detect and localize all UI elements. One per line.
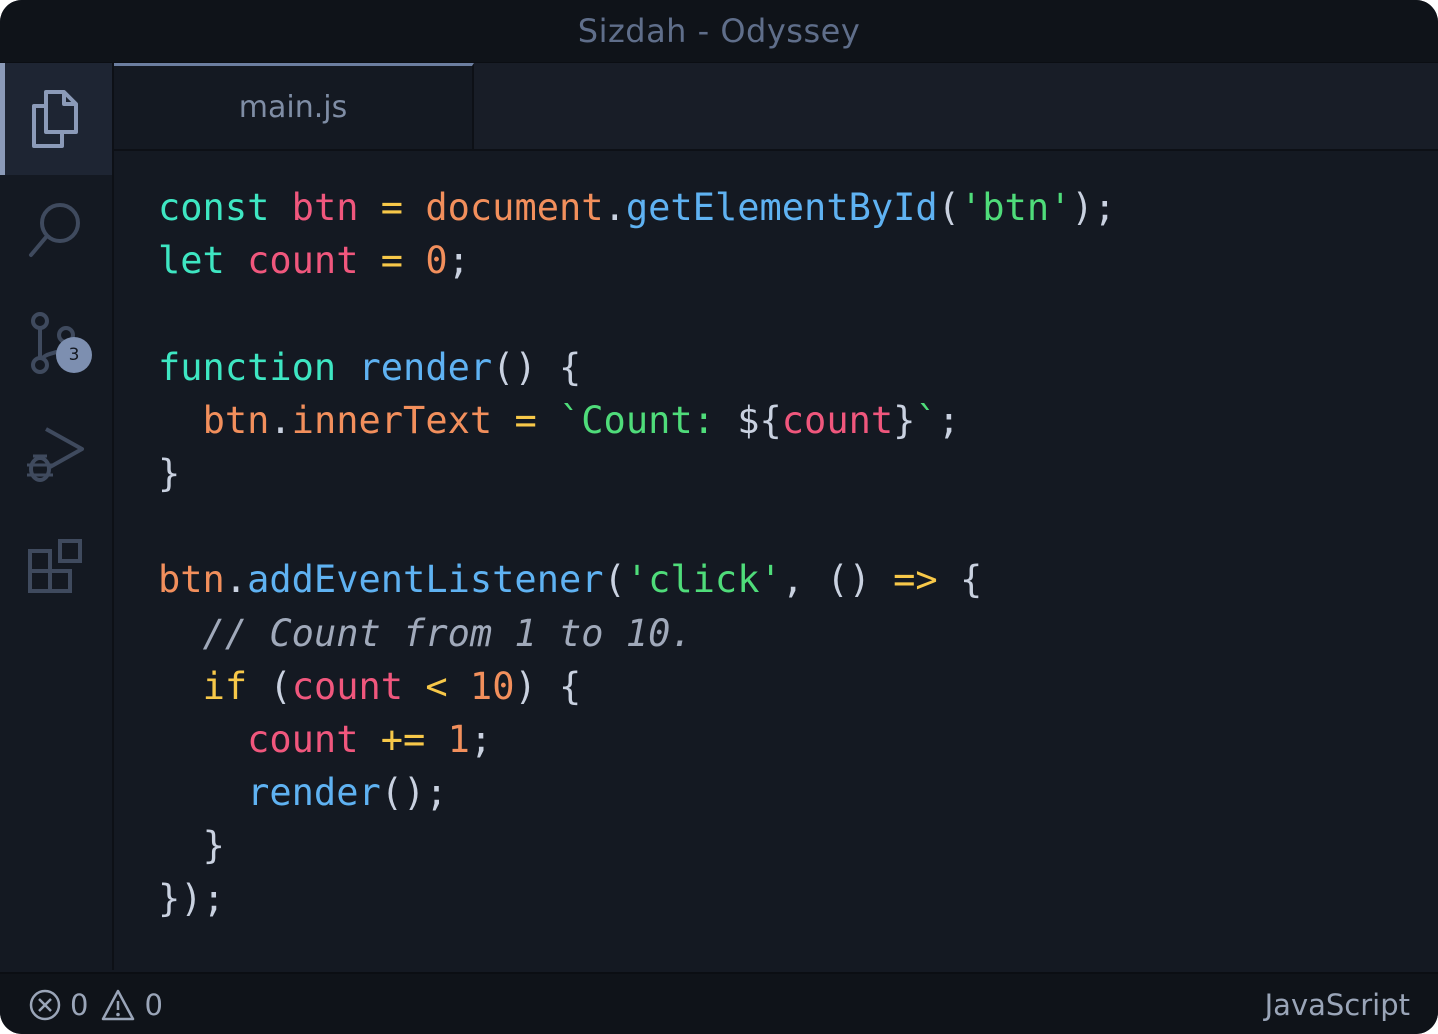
code-line: }: [202, 824, 225, 868]
search-icon: [29, 203, 80, 257]
errors-indicator[interactable]: 0 0: [28, 974, 163, 1034]
title-bar: Sizdah - Odyssey: [0, 0, 1438, 63]
files-icon: [32, 90, 78, 148]
code-line: count += 1;: [247, 717, 493, 761]
status-bar: 0 0 JavaScript: [0, 972, 1438, 1034]
code-line: // Count from 1 to 10.: [202, 611, 693, 655]
code-line: });: [158, 877, 225, 921]
source-control-badge: 3: [56, 337, 92, 373]
code-content: const btn = document.getElementById('btn…: [158, 181, 1116, 926]
window-title: Sizdah - Odyssey: [577, 12, 861, 50]
language-label: JavaScript: [1264, 988, 1410, 1022]
code-line: const btn = document.getElementById('btn…: [158, 186, 1116, 229]
activity-extensions[interactable]: [0, 511, 112, 623]
code-editor[interactable]: const btn = document.getElementById('btn…: [114, 151, 1438, 970]
code-line: render();: [247, 771, 448, 815]
errors-count: 0: [70, 988, 89, 1022]
language-mode[interactable]: JavaScript: [1265, 974, 1410, 1034]
run-debug-icon: [27, 427, 84, 482]
tab-main-js[interactable]: main.js: [114, 63, 474, 149]
code-line: let count = 0;: [158, 239, 470, 283]
activity-run-debug[interactable]: [0, 399, 112, 511]
warnings-count: 0: [144, 988, 163, 1022]
code-line: }: [158, 451, 181, 495]
code-line: ​: [158, 500, 1116, 553]
extensions-icon: [28, 539, 82, 593]
activity-search[interactable]: [0, 175, 112, 287]
activity-explorer[interactable]: [0, 63, 112, 175]
code-line: ​: [158, 287, 1116, 340]
activity-bar: 3: [0, 63, 114, 970]
editor-window: Sizdah - Odyssey 3 main.js const btn = d…: [0, 0, 1438, 1034]
tab-bar: main.js: [114, 63, 1438, 151]
error-icon: [29, 989, 61, 1021]
tab-label: main.js: [238, 90, 348, 125]
code-line: function render() {: [158, 345, 582, 389]
code-line: if (count < 10) {: [202, 664, 582, 708]
code-line: btn.addEventListener('click', () => {: [158, 558, 983, 602]
warning-icon: [102, 989, 135, 1021]
activity-source-control[interactable]: [0, 287, 112, 399]
code-line: btn.innerText = `Count: ${count}`;: [202, 398, 961, 442]
